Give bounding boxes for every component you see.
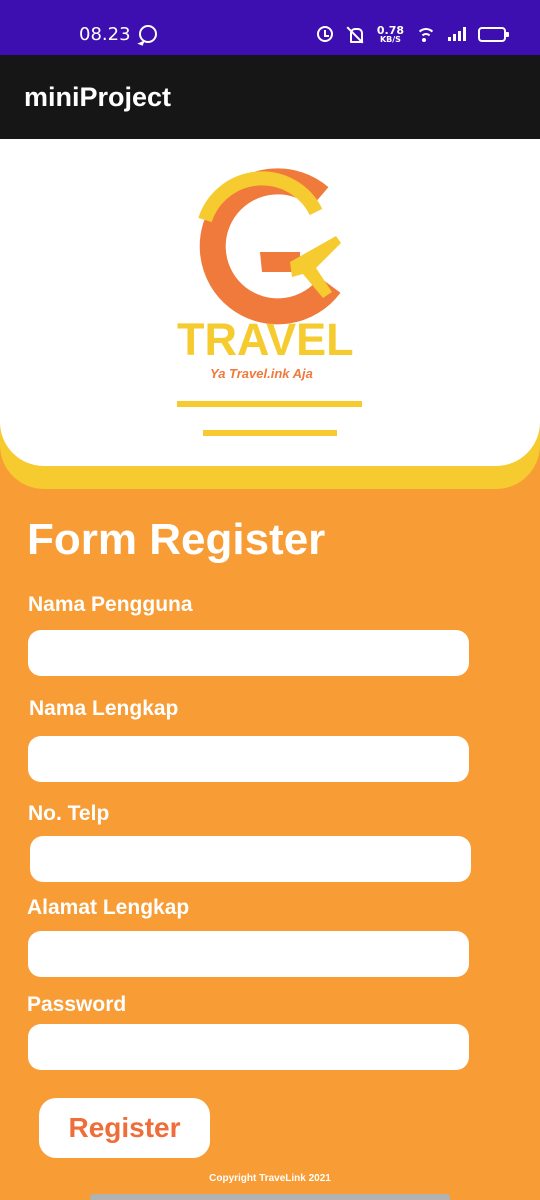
password-input[interactable] xyxy=(28,1024,469,1070)
nama-lengkap-input[interactable] xyxy=(28,736,469,782)
app-bar: miniProject xyxy=(0,55,540,139)
no-telp-input[interactable] xyxy=(30,836,471,882)
field-label-nama-lengkap: Nama Lengkap xyxy=(29,697,179,720)
field-label-password: Password xyxy=(27,993,127,1016)
wifi-icon xyxy=(416,26,436,42)
field-label-alamat-lengkap: Alamat Lengkap xyxy=(27,896,190,919)
alamat-lengkap-input[interactable] xyxy=(28,931,469,977)
logo-tagline: Ya Travel.ink Aja xyxy=(210,366,313,381)
gesture-nav-handle[interactable] xyxy=(90,1194,450,1200)
form-title: Form Register xyxy=(27,515,326,564)
status-bar: 08.23 0.78 KB/S xyxy=(0,0,540,55)
signal-icon xyxy=(448,27,466,41)
register-button[interactable]: Register xyxy=(39,1098,210,1158)
alarm-icon xyxy=(316,26,333,42)
logo-line-top xyxy=(177,401,362,407)
network-speed-unit: KB/S xyxy=(379,34,401,44)
field-label-no-telp: No. Telp xyxy=(28,802,110,825)
network-speed: 0.78 KB/S xyxy=(377,25,404,44)
status-icons: 0.78 KB/S xyxy=(316,22,509,46)
logo-line-bottom xyxy=(203,430,337,436)
travel-logo: TRAVEL Ya Travel.ink Aja xyxy=(177,168,362,436)
field-label-nama-pengguna: Nama Pengguna xyxy=(28,593,193,616)
app-title: miniProject xyxy=(24,82,172,112)
mute-icon xyxy=(345,26,365,43)
copyright-text: Copyright TraveLink 2021 xyxy=(209,1173,331,1184)
network-speed-value: 0.78 xyxy=(376,23,404,37)
whatsapp-icon xyxy=(139,25,157,43)
nama-pengguna-input[interactable] xyxy=(28,630,469,676)
logo-brand-text: TRAVEL xyxy=(177,314,354,365)
battery-icon xyxy=(478,26,509,42)
status-time: 08.23 xyxy=(79,24,131,45)
